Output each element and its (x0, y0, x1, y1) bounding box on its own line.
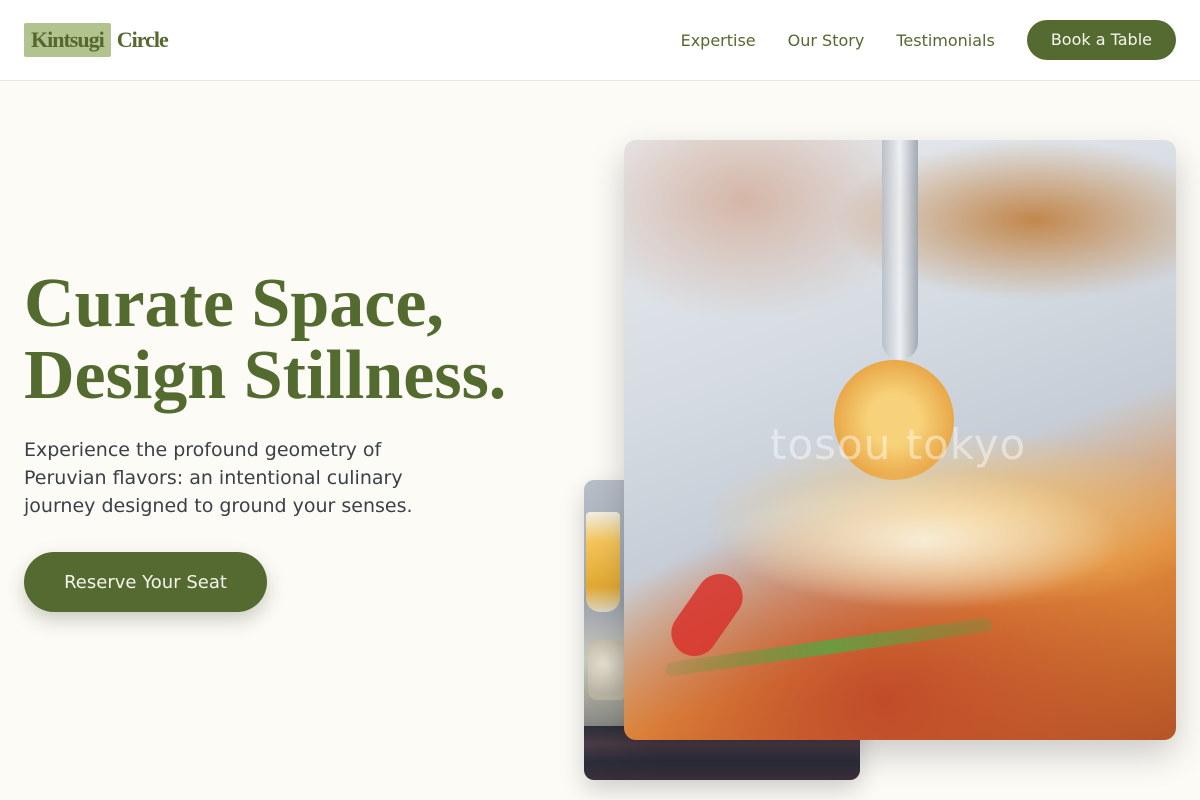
hero-subtitle: Experience the profound geometry of Peru… (24, 439, 413, 517)
hero-title-line-1: Curate Space, (24, 265, 444, 342)
pepper-shape (662, 564, 752, 666)
cheese-shape (724, 470, 1124, 610)
fork-shape (882, 140, 918, 360)
drink-glass-shape (586, 512, 620, 612)
brand-logo[interactable]: Kintsugi Circle (24, 23, 169, 57)
main-food-photo: tosou tokyo (624, 140, 1176, 740)
hero-title: Curate Space, Design Stillness. (24, 268, 506, 412)
nav-link-our-story[interactable]: Our Story (788, 31, 865, 50)
nav-link-testimonials[interactable]: Testimonials (896, 31, 995, 50)
hero-title-line-2: Design Stillness. (24, 337, 507, 414)
main-nav: Expertise Our Story Testimonials Book a … (681, 20, 1176, 60)
site-header: Kintsugi Circle Expertise Our Story Test… (0, 0, 1200, 81)
reserve-seat-button[interactable]: Reserve Your Seat (24, 552, 267, 612)
rice-dish-shape (588, 640, 628, 700)
book-table-button[interactable]: Book a Table (1026, 20, 1176, 60)
logo-text: Circle (116, 27, 169, 52)
logo-mark: Kintsugi (24, 23, 111, 57)
photo-watermark: tosou tokyo (770, 420, 1027, 469)
nav-link-expertise[interactable]: Expertise (681, 31, 756, 50)
